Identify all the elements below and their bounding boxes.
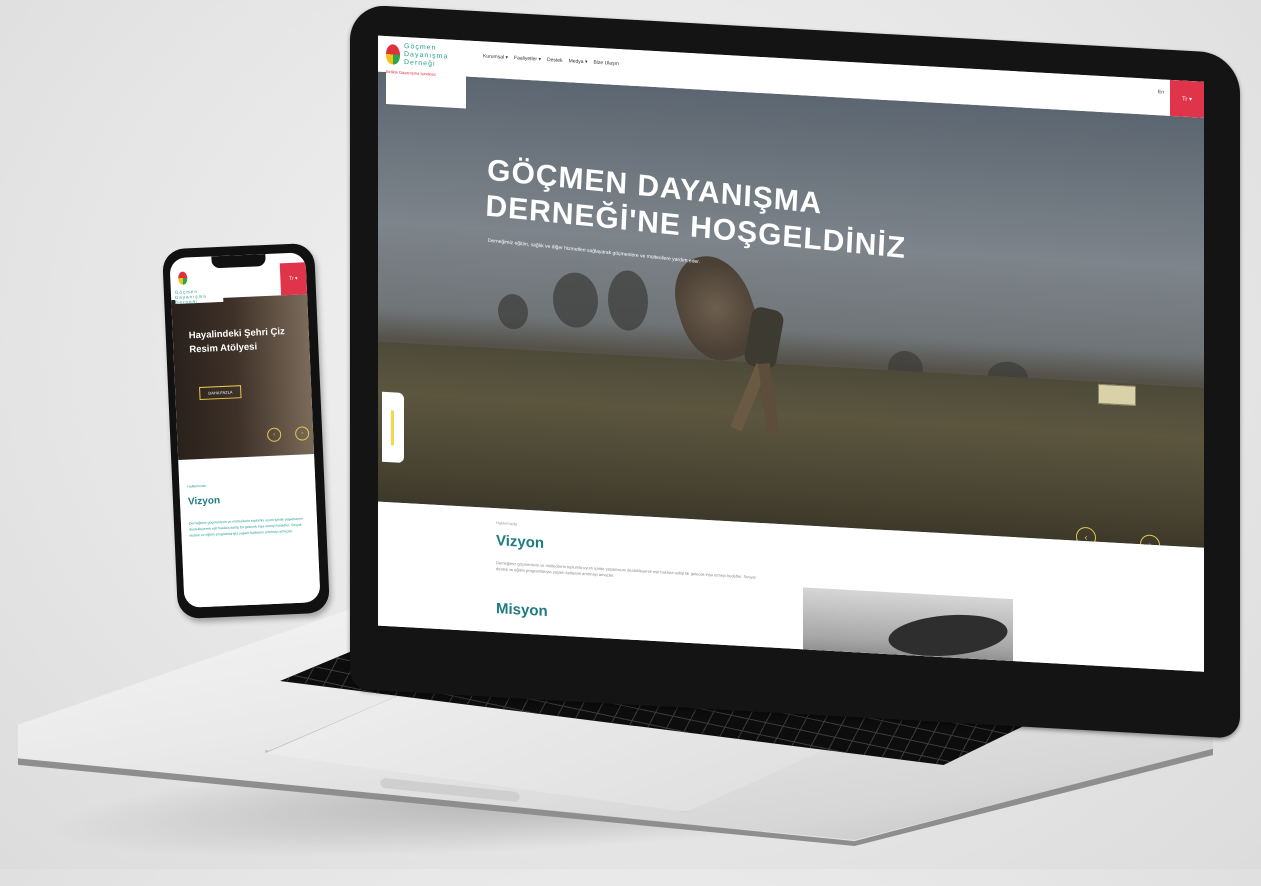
hero-slider: GÖÇMEN DAYANIŞMA DERNEĞİ'NE HOŞGELDİNİZ … <box>378 71 1204 548</box>
nav-menu: Kurumsal ▾ Faaliyetler ▾ Destek Medya ▾ … <box>483 53 619 67</box>
side-tab[interactable] <box>382 391 404 464</box>
site-logo[interactable]: Göçmen Dayanışma Derneği Birlikte Dayanı… <box>386 42 466 109</box>
logo-tagline: Birlikte Dayanışma İçindeyiz <box>386 69 437 77</box>
balloon-logo-icon <box>177 271 188 285</box>
section-label: Hakkımızda <box>496 520 518 527</box>
balloon-logo-icon <box>386 44 400 65</box>
phone-slider-prev-button[interactable]: ‹ <box>266 427 282 443</box>
nav-item-bize-ulasin[interactable]: Bize Ulaşın <box>593 60 618 67</box>
mission-heading: Misyon <box>496 600 548 621</box>
phone-vision-text: Derneğimiz göçmenlerin ve mültecilerin t… <box>188 516 303 538</box>
nav-item-faaliyetler[interactable]: Faaliyetler ▾ <box>514 55 541 63</box>
phone-site-logo[interactable]: Göçmen Dayanışma Derneği <box>173 265 224 305</box>
laptop-lid: Kurumsal ▾ Faaliyetler ▾ Destek Medya ▾ … <box>350 4 1240 739</box>
tree-silhouette <box>608 269 648 332</box>
phone-slider-next-button[interactable]: › <box>294 426 310 441</box>
phone-vision-heading: Vizyon <box>187 495 221 508</box>
vision-text: Derneğimiz göçmenlerin ve mültecilerin t… <box>496 560 756 580</box>
nav-item-kurumsal[interactable]: Kurumsal ▾ <box>483 53 508 60</box>
nav-item-medya[interactable]: Medya ▾ <box>569 58 588 65</box>
eyebrow-shape <box>885 610 1011 661</box>
phone-more-button[interactable]: DAHA FAZLA <box>199 385 242 400</box>
laptop-screen: Kurumsal ▾ Faaliyetler ▾ Destek Medya ▾ … <box>378 35 1204 672</box>
phone-notch <box>211 253 266 269</box>
phone-section-label: Hakkımızda <box>187 483 206 489</box>
phone-language-button[interactable]: Tr ▾ <box>279 262 308 296</box>
phone-screen: Göçmen Dayanışma Derneği Tr ▾ Hayalindek… <box>169 252 321 608</box>
phone-hero-slider: Hayalindeki Şehri Çiz Resim Atölyesi DAH… <box>171 294 315 460</box>
language-link-en[interactable]: En <box>1158 89 1164 95</box>
phone-hero-title: Hayalindeki Şehri Çiz Resim Atölyesi <box>188 326 286 356</box>
vision-heading: Vizyon <box>496 532 545 552</box>
tree-silhouette <box>498 293 528 330</box>
phone-about-section: Hakkımızda Vizyon Derneğimiz göçmenlerin… <box>178 457 321 608</box>
nav-item-destek[interactable]: Destek <box>547 57 563 64</box>
phone-device: Göçmen Dayanışma Derneği Tr ▾ Hayalindek… <box>162 242 330 620</box>
language-dropdown-button[interactable]: Tr ▾ <box>1170 79 1204 118</box>
tree-silhouette <box>553 271 598 329</box>
billboard <box>1098 383 1136 406</box>
eye-photo <box>803 587 1013 672</box>
